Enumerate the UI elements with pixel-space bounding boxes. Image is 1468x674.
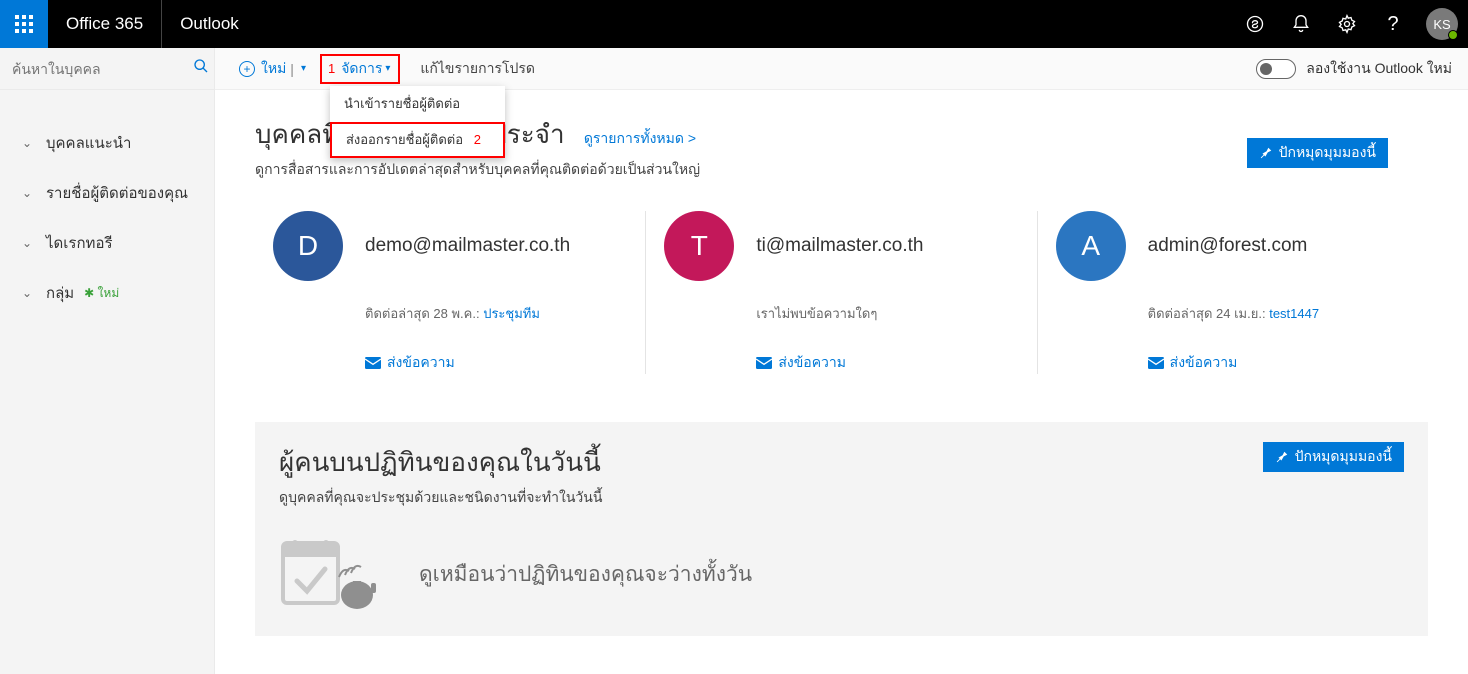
- calendar-empty-icon: [279, 533, 379, 616]
- section-title-calendar: ผู้คนบนปฏิทินของคุณในวันนี้: [279, 442, 602, 483]
- contact-meta: ติดต่อล่าสุด 24 เม.ย.: test1447: [1148, 303, 1410, 324]
- waffle-icon: [15, 15, 33, 33]
- pin-view-button[interactable]: ปักหมุดมุมมองนี้: [1247, 138, 1388, 168]
- manage-dropdown: นำเข้ารายชื่อผู้ติดต่อ ส่งออกรายชื่อผู้ต…: [330, 86, 505, 158]
- contact-card[interactable]: A admin@forest.com ติดต่อล่าสุด 24 เม.ย.…: [1037, 211, 1428, 374]
- nav-label: ไดเรกทอรี: [46, 231, 113, 255]
- new-label: ใหม่: [261, 58, 286, 80]
- annotation-box-1: 1 จัดการ ▾: [320, 54, 400, 84]
- section-subtitle: ดูการสื่อสารและการอัปเดตล่าสุดสำหรับบุคค…: [255, 159, 700, 181]
- pin-label: ปักหมุดมุมมองนี้: [1295, 446, 1392, 468]
- search-input[interactable]: [12, 61, 193, 77]
- contact-avatar: A: [1056, 211, 1126, 281]
- avatar[interactable]: KS: [1426, 8, 1458, 40]
- help-icon[interactable]: ?: [1370, 0, 1416, 48]
- contact-email: demo@mailmaster.co.th: [365, 235, 570, 257]
- chevron-down-icon: ▾: [385, 63, 390, 74]
- meta-link[interactable]: test1447: [1269, 306, 1319, 321]
- search-icon[interactable]: [193, 58, 209, 79]
- toggle-label: ลองใช้งาน Outlook ใหม่: [1306, 58, 1452, 80]
- annotation-number-2: 2: [474, 132, 481, 147]
- settings-icon[interactable]: [1324, 0, 1370, 48]
- pin-icon: [1275, 450, 1289, 464]
- chevron-down-icon: ⌄: [20, 236, 34, 250]
- nav-label: รายชื่อผู้ติดต่อของคุณ: [46, 181, 188, 205]
- dropdown-item-import-contacts[interactable]: นำเข้ารายชื่อผู้ติดต่อ: [330, 86, 505, 122]
- meta-link[interactable]: ประชุมทีม: [483, 306, 540, 321]
- toolbar: + ใหม่ | ▾ 1 จัดการ ▾ นำเข้ารายชื่อผู้ติ…: [215, 48, 1468, 90]
- search-bar: [0, 48, 214, 90]
- send-message-link[interactable]: ส่งข้อความ: [756, 352, 846, 374]
- main: + ใหม่ | ▾ 1 จัดการ ▾ นำเข้ารายชื่อผู้ติ…: [215, 48, 1468, 674]
- chevron-down-icon: ⌄: [20, 286, 34, 300]
- calendar-empty-text: ดูเหมือนว่าปฏิทินของคุณจะว่างทั้งวัน: [419, 558, 752, 591]
- pin-icon: [1259, 146, 1273, 160]
- nav-item-your-contacts[interactable]: ⌄ รายชื่อผู้ติดต่อของคุณ: [0, 168, 214, 218]
- send-message-link[interactable]: ส่งข้อความ: [365, 352, 455, 374]
- annotation-number-1: 1: [328, 61, 335, 76]
- contact-card[interactable]: D demo@mailmaster.co.th ติดต่อล่าสุด 28 …: [255, 211, 645, 374]
- dropdown-label: ส่งออกรายชื่อผู้ติดต่อ: [346, 129, 463, 150]
- nav: ⌄ บุคคลแนะนำ ⌄ รายชื่อผู้ติดต่อของคุณ ⌄ …: [0, 90, 214, 318]
- nav-item-directory[interactable]: ⌄ ไดเรกทอรี: [0, 218, 214, 268]
- mail-icon: [1148, 357, 1164, 369]
- manage-label: จัดการ: [341, 58, 382, 80]
- send-message-link[interactable]: ส่งข้อความ: [1148, 352, 1238, 374]
- brand-label[interactable]: Office 365: [48, 0, 162, 48]
- notifications-icon[interactable]: [1278, 0, 1324, 48]
- pin-view-button[interactable]: ปักหมุดมุมมองนี้: [1263, 442, 1404, 472]
- contact-avatar: D: [273, 211, 343, 281]
- avatar-initials: KS: [1433, 17, 1450, 32]
- edit-favorites-link[interactable]: แก้ไขรายการโปรด: [420, 58, 535, 80]
- new-button[interactable]: + ใหม่ | ▾: [233, 58, 312, 80]
- chevron-down-icon: ▾: [301, 63, 306, 74]
- pin-label: ปักหมุดมุมมองนี้: [1279, 142, 1376, 164]
- view-all-link[interactable]: ดูรายการทั้งหมด >: [584, 130, 696, 146]
- mail-icon: [365, 357, 381, 369]
- contact-email: admin@forest.com: [1148, 235, 1308, 257]
- skype-icon[interactable]: [1232, 0, 1278, 48]
- chevron-down-icon: ⌄: [20, 136, 34, 150]
- plus-icon: +: [239, 61, 255, 77]
- global-header: Office 365 Outlook ? KS: [0, 0, 1468, 48]
- nav-label: บุคคลแนะนำ: [46, 131, 131, 155]
- contact-avatar: T: [664, 211, 734, 281]
- dropdown-label: นำเข้ารายชื่อผู้ติดต่อ: [344, 93, 460, 114]
- chevron-down-icon: ⌄: [20, 186, 34, 200]
- presence-indicator: [1448, 30, 1458, 40]
- nav-item-featured-people[interactable]: ⌄ บุคคลแนะนำ: [0, 118, 214, 168]
- section-subtitle-calendar: ดูบุคคลที่คุณจะประชุมด้วยและชนิดงานที่จะ…: [279, 487, 602, 509]
- contact-email: ti@mailmaster.co.th: [756, 235, 923, 257]
- contact-meta: เราไม่พบข้อความใดๆ: [756, 303, 1018, 324]
- nav-item-groups[interactable]: ⌄ กลุ่ม ✱ ใหม่: [0, 268, 214, 318]
- contact-card[interactable]: T ti@mailmaster.co.th เราไม่พบข้อความใดๆ…: [645, 211, 1036, 374]
- try-new-outlook: ลองใช้งาน Outlook ใหม่: [1256, 48, 1452, 90]
- nav-label: กลุ่ม: [46, 281, 74, 305]
- sidebar: ⌄ บุคคลแนะนำ ⌄ รายชื่อผู้ติดต่อของคุณ ⌄ …: [0, 48, 215, 674]
- contact-cards: D demo@mailmaster.co.th ติดต่อล่าสุด 28 …: [255, 211, 1428, 374]
- toggle-switch[interactable]: [1256, 59, 1296, 79]
- dropdown-item-export-contacts[interactable]: ส่งออกรายชื่อผู้ติดต่อ 2: [330, 122, 505, 158]
- product-label[interactable]: Outlook: [162, 14, 257, 34]
- app-launcher[interactable]: [0, 0, 48, 48]
- manage-button[interactable]: จัดการ ▾: [341, 58, 390, 80]
- new-badge: ✱ ใหม่: [84, 284, 119, 303]
- contact-meta: ติดต่อล่าสุด 28 พ.ค.: ประชุมทีม: [365, 303, 627, 324]
- separator: |: [290, 61, 294, 77]
- mail-icon: [756, 357, 772, 369]
